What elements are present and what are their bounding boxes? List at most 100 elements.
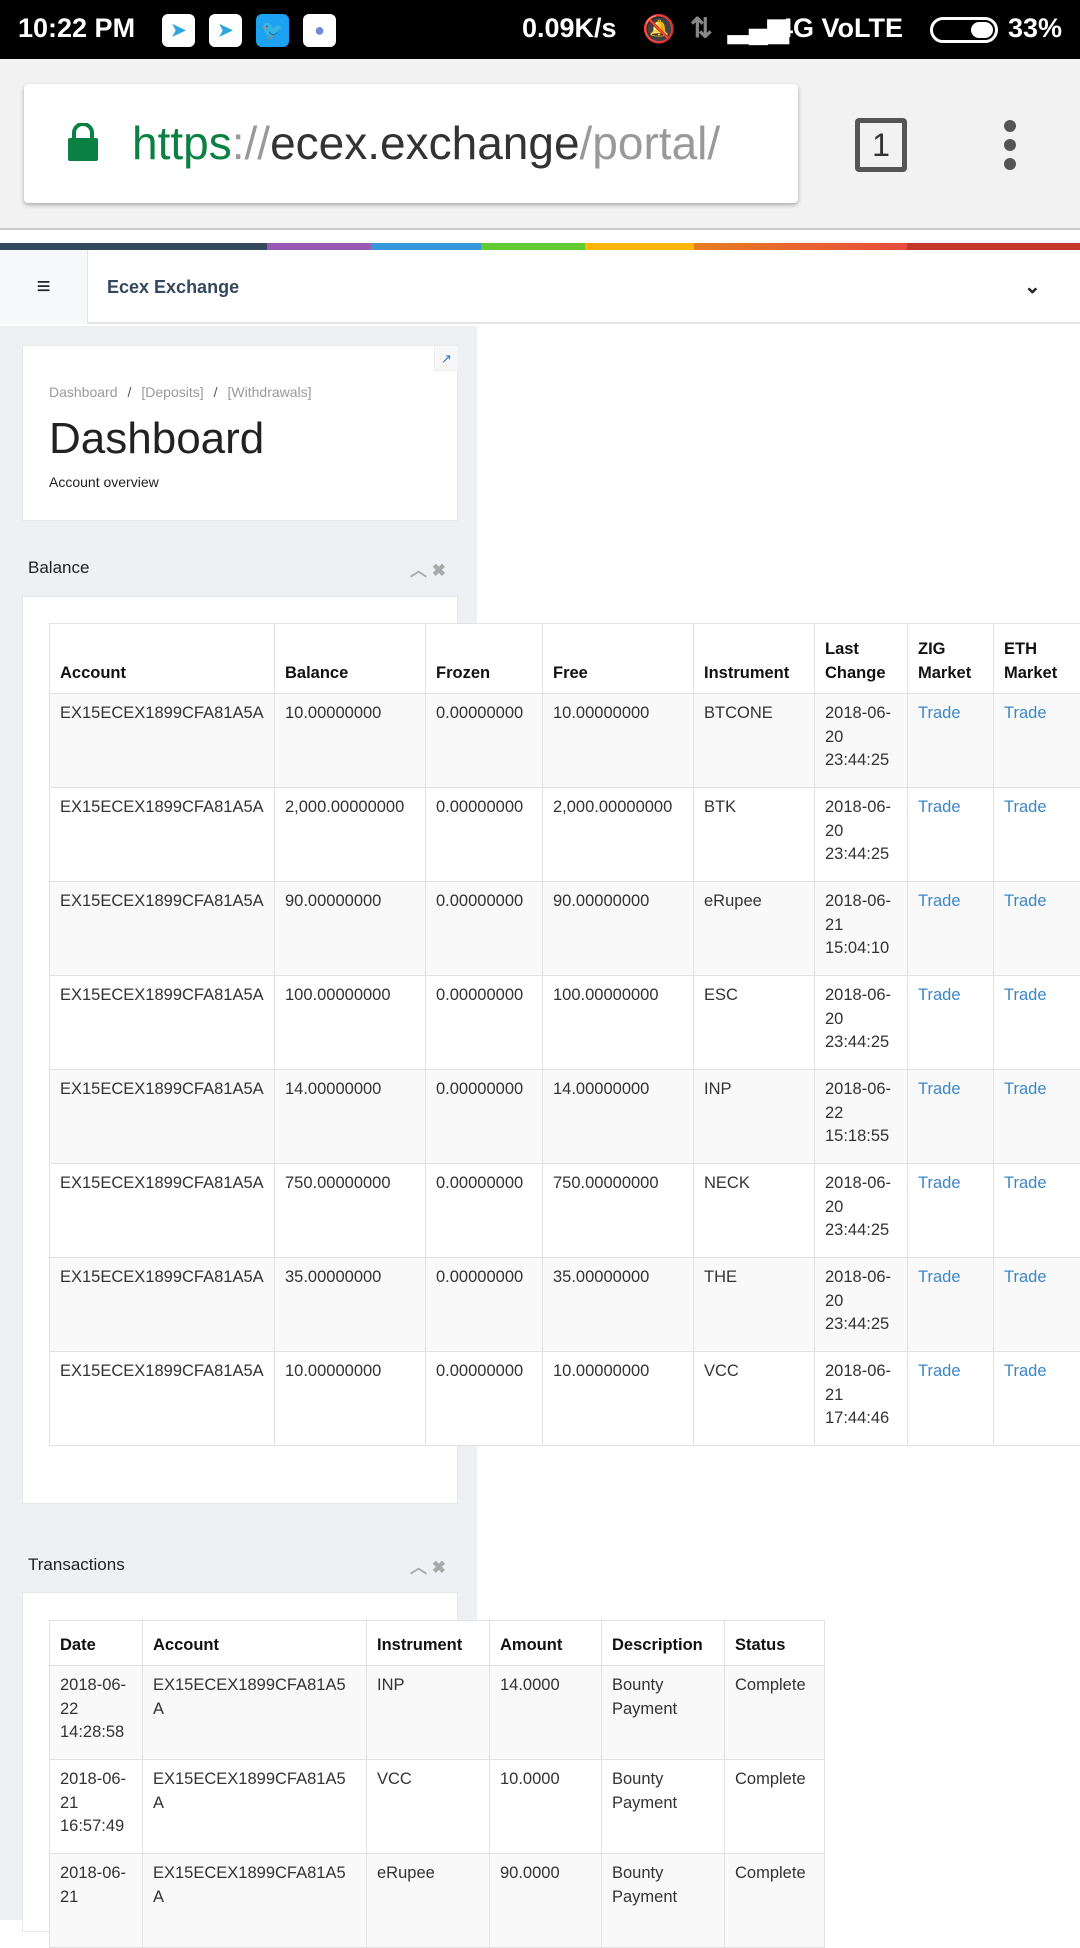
table-cell: Trade: [994, 882, 1080, 976]
trade-link[interactable]: Trade: [918, 704, 961, 722]
table-cell: eRupee: [694, 882, 815, 976]
table-cell: 2018-06-21 16:57:49: [50, 1760, 143, 1854]
table-cell: 10.00000000: [543, 694, 694, 788]
trade-link[interactable]: Trade: [1004, 1174, 1047, 1192]
trade-link[interactable]: Trade: [1004, 798, 1047, 816]
collapse-icon[interactable]: ︿: [410, 561, 427, 580]
table-cell: 2018-06-22 14:28:58: [50, 1666, 143, 1760]
network-type: 4G VoLTE: [778, 13, 903, 44]
table-cell: VCC: [367, 1760, 490, 1854]
table-row: EX15ECEX1899CFA81A5A90.000000000.0000000…: [50, 882, 1080, 976]
brand-title[interactable]: Ecex Exchange: [107, 250, 239, 324]
trade-link[interactable]: Trade: [918, 986, 961, 1004]
table-cell: Trade: [908, 1258, 994, 1352]
column-header[interactable]: Frozen: [426, 624, 543, 694]
collapse-icon[interactable]: ︿: [410, 1558, 427, 1577]
chevron-down-icon[interactable]: ⌄: [1024, 250, 1041, 324]
column-header[interactable]: Last Change: [815, 624, 908, 694]
table-cell: 0.00000000: [426, 1258, 543, 1352]
table-row: EX15ECEX1899CFA81A5A35.000000000.0000000…: [50, 1258, 1080, 1352]
clock: 10:22 PM: [18, 13, 135, 44]
table-cell: Complete: [725, 1760, 825, 1854]
column-header[interactable]: Balance: [275, 624, 426, 694]
address-bar[interactable]: https://ecex.exchange/portal/: [24, 84, 798, 203]
trade-link[interactable]: Trade: [918, 1268, 961, 1286]
table-cell: 2018-06-22 15:18:55: [815, 1070, 908, 1164]
breadcrumb-dashboard[interactable]: Dashboard: [49, 384, 118, 400]
url-path: /portal/: [580, 117, 721, 169]
table-cell: EX15ECEX1899CFA81A5A: [50, 882, 275, 976]
table-cell: 2,000.00000000: [275, 788, 426, 882]
table-cell: 2,000.00000000: [543, 788, 694, 882]
table-cell: EX15ECEX1899CFA81A5A: [50, 1070, 275, 1164]
table-cell: 14.00000000: [275, 1070, 426, 1164]
trade-link[interactable]: Trade: [918, 1174, 961, 1192]
close-icon[interactable]: ✖: [432, 561, 446, 580]
column-header[interactable]: Status: [725, 1621, 825, 1666]
lock-icon: [66, 123, 100, 161]
color-strip: [0, 243, 1080, 250]
telegram-icon: ➤: [209, 14, 242, 47]
table-cell: Bounty Payment: [602, 1854, 725, 1948]
table-cell: Trade: [994, 1070, 1080, 1164]
hamburger-menu-icon[interactable]: ≡: [0, 250, 88, 324]
column-header[interactable]: Account: [143, 1621, 367, 1666]
panel-controls: ︿ ✖: [410, 556, 446, 581]
column-header[interactable]: Description: [602, 1621, 725, 1666]
table-cell: 2018-06-20 23:44:25: [815, 976, 908, 1070]
column-header[interactable]: Free: [543, 624, 694, 694]
trade-link[interactable]: Trade: [1004, 986, 1047, 1004]
browser-menu-icon[interactable]: [1000, 120, 1020, 170]
table-cell: 0.00000000: [426, 1070, 543, 1164]
trade-link[interactable]: Trade: [1004, 1268, 1047, 1286]
status-bar: 10:22 PM ➤ ➤ 🐦 ● 0.09K/s 🔕 ⇅ ▂▄▆ 4G VoLT…: [0, 0, 1080, 59]
table-cell: Trade: [994, 694, 1080, 788]
table-cell: Trade: [908, 1070, 994, 1164]
table-cell: Bounty Payment: [602, 1760, 725, 1854]
trade-link[interactable]: Trade: [1004, 1080, 1047, 1098]
tab-switcher-button[interactable]: 1: [855, 118, 907, 172]
table-cell: 90.00000000: [275, 882, 426, 976]
table-cell: 2018-06-21 17:44:46: [815, 1352, 908, 1446]
breadcrumb: Dashboard/[Deposits]/[Withdrawals]: [49, 384, 312, 400]
trade-link[interactable]: Trade: [1004, 704, 1047, 722]
column-header[interactable]: Instrument: [367, 1621, 490, 1666]
table-cell: 0.00000000: [426, 976, 543, 1070]
trade-link[interactable]: Trade: [918, 1080, 961, 1098]
expand-icon[interactable]: ↗: [434, 347, 458, 371]
table-cell: VCC: [694, 1352, 815, 1446]
telegram-icon: ➤: [162, 14, 195, 47]
close-icon[interactable]: ✖: [432, 1558, 446, 1577]
table-row: EX15ECEX1899CFA81A5A100.000000000.000000…: [50, 976, 1080, 1070]
page-subtitle: Account overview: [49, 474, 159, 490]
table-cell: 10.0000: [490, 1760, 602, 1854]
table-cell: 2018-06-20 23:44:25: [815, 694, 908, 788]
column-header[interactable]: Amount: [490, 1621, 602, 1666]
column-header[interactable]: ETH Market: [994, 624, 1080, 694]
table-cell: eRupee: [367, 1854, 490, 1948]
table-row: 2018-06-21 16:57:49EX15ECEX1899CFA81A5AV…: [50, 1760, 825, 1854]
table-cell: 0.00000000: [426, 694, 543, 788]
trade-link[interactable]: Trade: [918, 1362, 961, 1380]
column-header[interactable]: ZIG Market: [908, 624, 994, 694]
column-header[interactable]: Instrument: [694, 624, 815, 694]
column-header[interactable]: Account: [50, 624, 275, 694]
trade-link[interactable]: Trade: [918, 798, 961, 816]
trade-link[interactable]: Trade: [1004, 1362, 1047, 1380]
breadcrumb-deposits[interactable]: [Deposits]: [141, 384, 203, 400]
column-header[interactable]: Date: [50, 1621, 143, 1666]
table-cell: 10.00000000: [275, 1352, 426, 1446]
data-arrows-icon: ⇅: [690, 13, 713, 44]
network-speed: 0.09K/s: [522, 13, 617, 44]
table-cell: 90.0000: [490, 1854, 602, 1948]
table-cell: 0.00000000: [426, 882, 543, 976]
table-row: 2018-06-21EX15ECEX1899CFA81A5AeRupee90.0…: [50, 1854, 825, 1948]
table-row: EX15ECEX1899CFA81A5A2,000.000000000.0000…: [50, 788, 1080, 882]
table-cell: NECK: [694, 1164, 815, 1258]
table-cell: 90.00000000: [543, 882, 694, 976]
table-cell: 100.00000000: [275, 976, 426, 1070]
trade-link[interactable]: Trade: [918, 892, 961, 910]
breadcrumb-withdrawals[interactable]: [Withdrawals]: [228, 384, 312, 400]
balance-panel-title: Balance: [28, 558, 89, 578]
trade-link[interactable]: Trade: [1004, 892, 1047, 910]
